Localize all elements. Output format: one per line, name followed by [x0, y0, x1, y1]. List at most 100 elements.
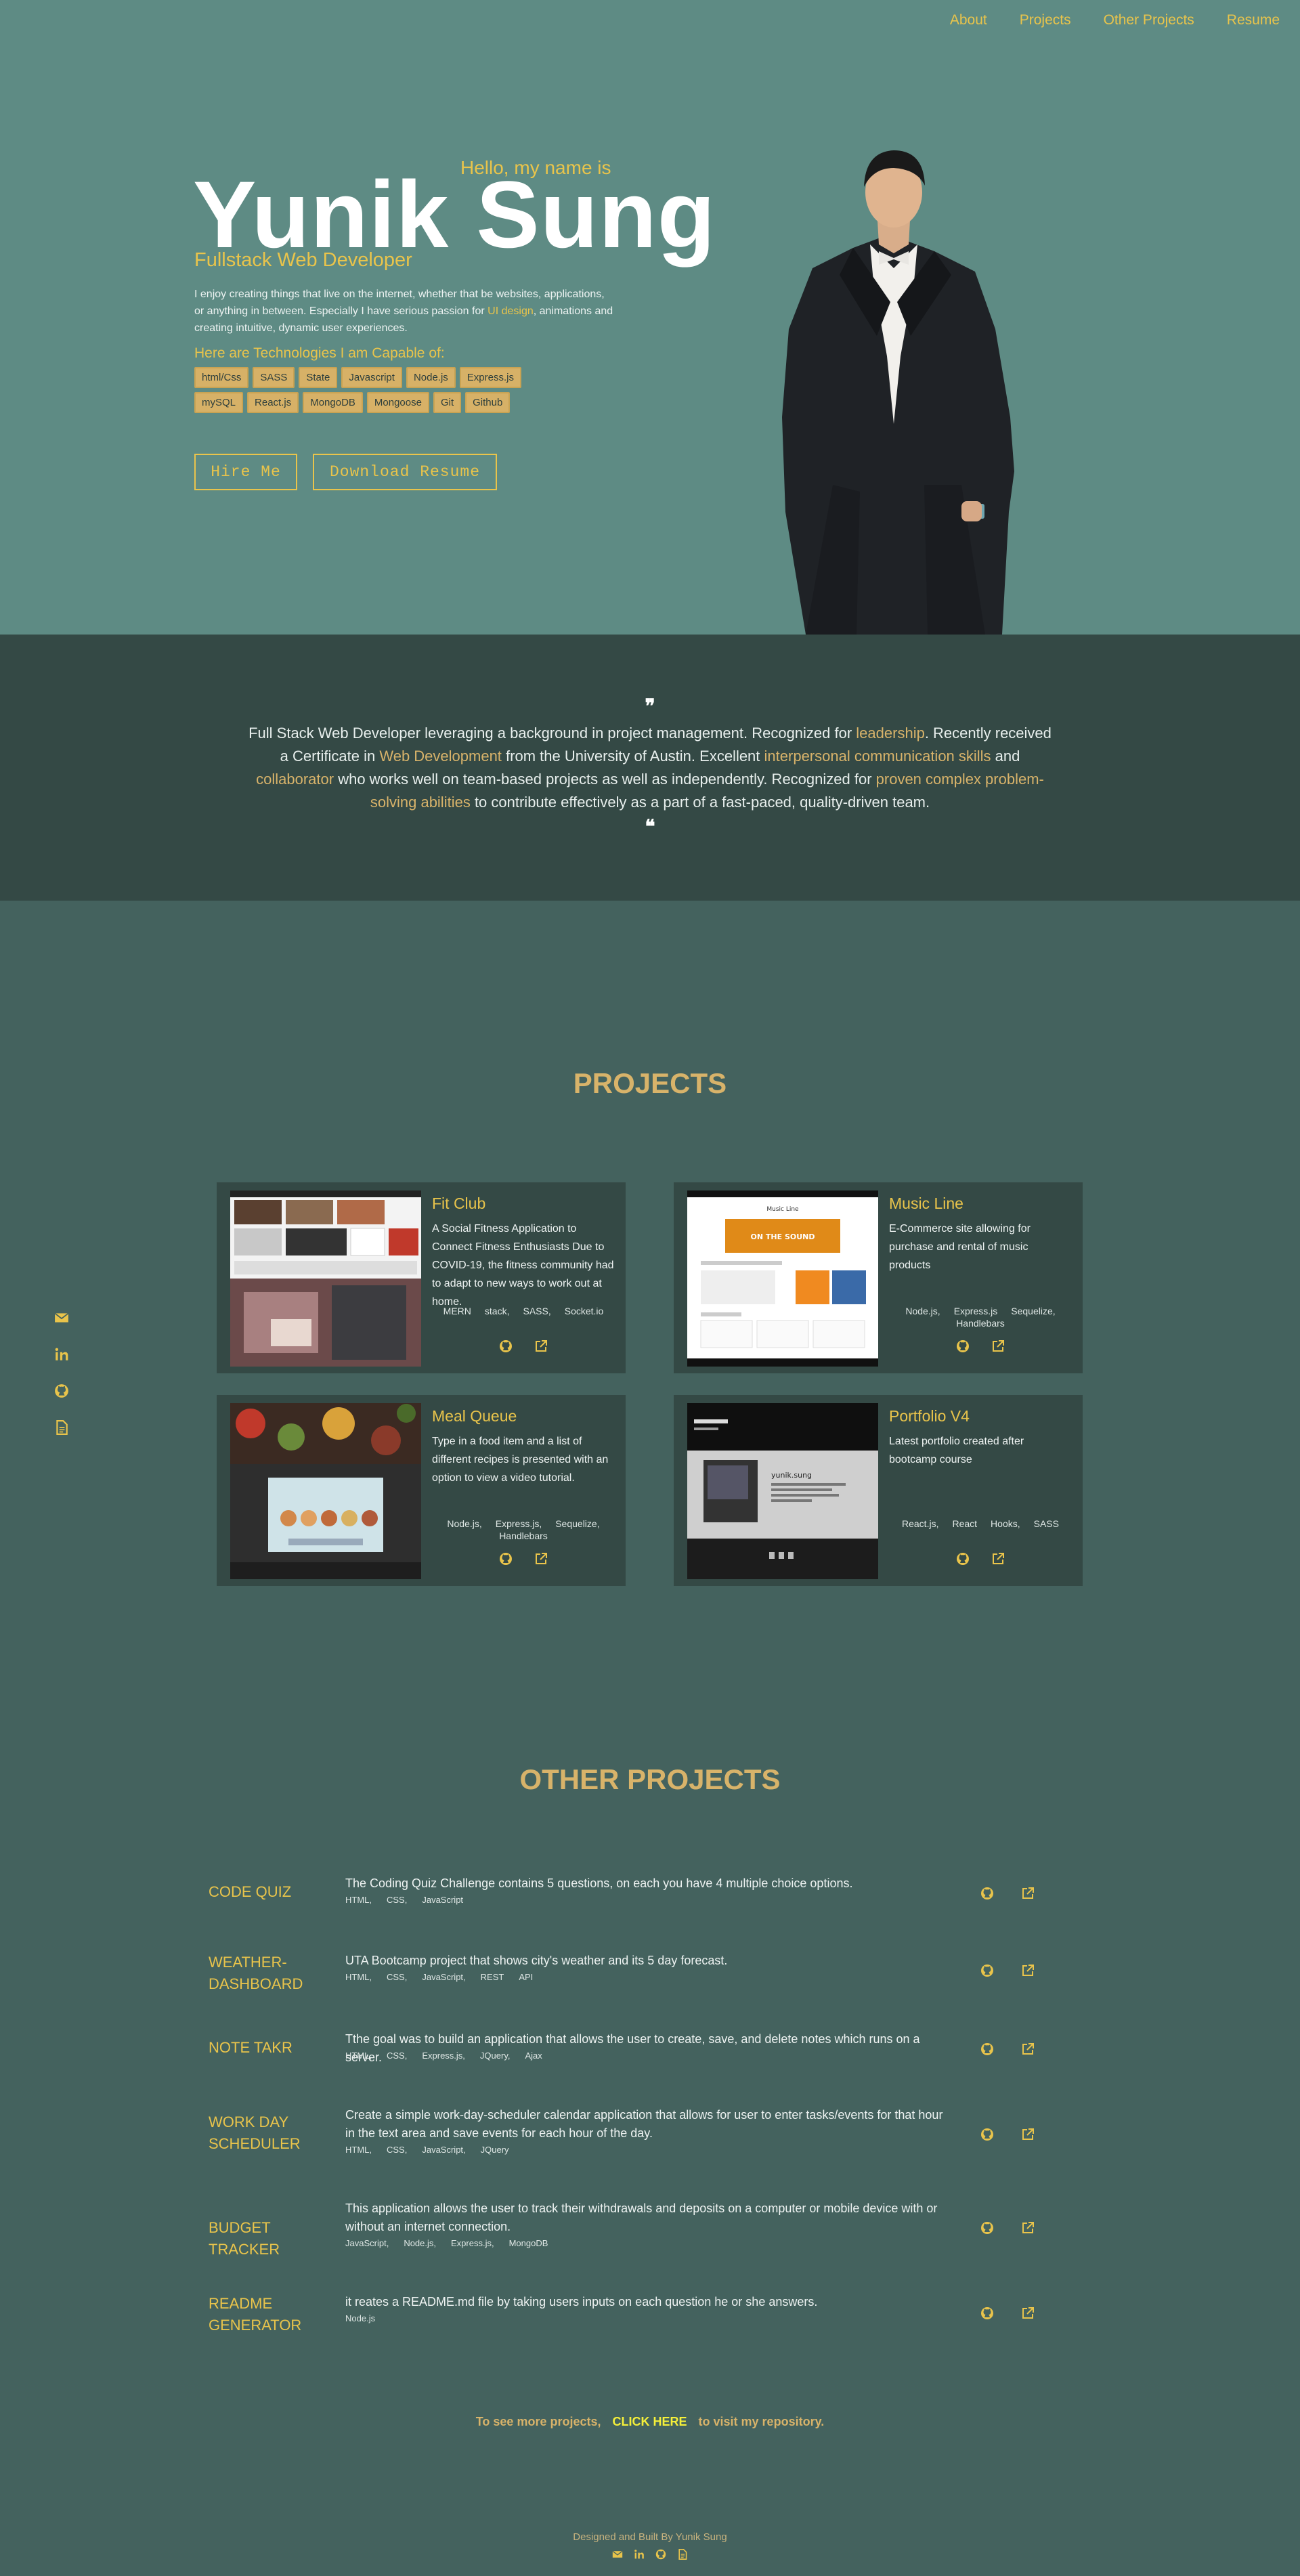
project-card-portfolio-v4[interactable]: yunik.sung Portfolio V4 Latest portfolio…	[674, 1395, 1083, 1586]
nav-resume[interactable]: Resume	[1227, 12, 1280, 28]
external-link-icon[interactable]	[991, 1339, 1005, 1353]
external-link-icon[interactable]	[1021, 1887, 1035, 1900]
external-link-icon[interactable]	[991, 1552, 1005, 1566]
project-card-fit-club[interactable]: Fit Club A Social Fitness Application to…	[217, 1182, 626, 1373]
project-description: E-Commerce site allowing for purchase an…	[889, 1223, 1031, 1271]
intro-highlight: UI design	[488, 305, 534, 317]
external-link-icon[interactable]	[1021, 2042, 1035, 2056]
other-project-name: CODE QUIZ	[209, 1883, 292, 1900]
other-project-tag: JavaScript,	[422, 2145, 466, 2155]
linkedin-icon[interactable]	[54, 1347, 69, 1362]
github-icon[interactable]	[655, 2549, 666, 2560]
other-project-tag: JQuery,	[479, 2051, 511, 2061]
tech-chips: html/Css SASS State Javascript Node.js Expres…	[194, 367, 560, 413]
other-project-links	[980, 1964, 1035, 1977]
hero-role: Fullstack Web Developer	[194, 249, 412, 271]
more-projects-line: To see more projects, CLICK HERE to visi…	[0, 2415, 1300, 2429]
nav-other-projects[interactable]: Other Projects	[1104, 12, 1194, 28]
project-card-music-line[interactable]: Music Line ON THE SOUND Music Line E-Com…	[674, 1182, 1083, 1373]
project-tag: SASS,	[523, 1306, 551, 1316]
github-icon[interactable]	[980, 2221, 994, 2235]
other-project-tag: CSS,	[387, 1972, 408, 1982]
github-icon[interactable]	[499, 1552, 513, 1566]
tech-header: Here are Technologies I am Capable of:	[194, 345, 445, 361]
project-links	[889, 1552, 1072, 1566]
social-sidebar	[54, 1310, 69, 1435]
github-icon[interactable]	[499, 1339, 513, 1353]
tech-chip: Git	[433, 392, 462, 413]
more-projects-text: To see more projects,	[475, 2415, 601, 2428]
envelope-icon[interactable]	[54, 1310, 69, 1325]
other-project-name: WEATHER-DASHBOARD	[209, 1954, 303, 1992]
project-tag: Hooks,	[991, 1518, 1020, 1529]
linkedin-icon[interactable]	[634, 2549, 645, 2560]
music-line-screenshot: Music Line ON THE SOUND	[687, 1190, 878, 1367]
document-icon[interactable]	[677, 2549, 688, 2560]
envelope-icon[interactable]	[612, 2549, 623, 2560]
project-title: Fit Club	[432, 1195, 486, 1212]
external-link-icon[interactable]	[1021, 2128, 1035, 2141]
other-project-tag: HTML,	[345, 1895, 372, 1905]
about-summary: Full Stack Web Developer leveraging a ba…	[244, 722, 1056, 814]
github-icon[interactable]	[956, 1339, 970, 1353]
summary-highlight: leadership	[856, 725, 925, 742]
music-thumb-header: Music Line	[766, 1206, 799, 1213]
repository-link[interactable]: CLICK HERE	[613, 2415, 687, 2428]
profile-photo	[782, 150, 1014, 635]
project-title: Meal Queue	[432, 1407, 517, 1425]
tech-chip: Mongoose	[366, 392, 429, 413]
portfolio-thumb-name: yunik.sung	[771, 1471, 812, 1480]
summary-highlight: Web Development	[379, 748, 502, 765]
other-project-name: BUDGET TRACKER	[209, 2219, 280, 2258]
tech-chip: mySQL	[194, 392, 244, 413]
other-project-tag: MongoDB	[508, 2238, 548, 2248]
other-project-tags: JavaScript, Node.js, Express.js, MongoDB	[345, 2238, 548, 2248]
project-tag: SASS	[1033, 1518, 1059, 1529]
other-project-tags: HTML, CSS, JavaScript, JQuery	[345, 2145, 509, 2155]
github-icon[interactable]	[980, 1887, 994, 1900]
github-icon[interactable]	[980, 2042, 994, 2056]
other-project-tag: CSS,	[387, 2051, 408, 2061]
project-tag: Handlebars	[499, 1530, 548, 1541]
external-link-icon[interactable]	[534, 1552, 548, 1566]
hero-intro: I enjoy creating things that live on the…	[194, 286, 614, 337]
external-link-icon[interactable]	[1021, 2306, 1035, 2320]
hero-section: About Projects Other Projects Resume Yun…	[0, 0, 1300, 635]
github-icon[interactable]	[980, 2128, 994, 2141]
hire-me-button[interactable]: Hire Me	[194, 454, 297, 490]
other-project-name: NOTE TAKR	[209, 2039, 292, 2056]
github-icon[interactable]	[54, 1383, 69, 1398]
nav-about[interactable]: About	[950, 12, 987, 28]
other-project-description: Tthe goal was to build an application th…	[345, 2032, 920, 2064]
other-projects-title: OTHER PROJECTS	[519, 1763, 781, 1795]
other-project-links	[980, 2042, 1035, 2056]
other-project-description: This application allows the user to trac…	[345, 2202, 938, 2233]
external-link-icon[interactable]	[534, 1339, 548, 1353]
project-card-meal-queue[interactable]: Meal Queue Type in a food item and a lis…	[217, 1395, 626, 1586]
download-resume-button[interactable]: Download Resume	[313, 454, 497, 490]
document-icon[interactable]	[54, 1420, 69, 1435]
github-icon[interactable]	[956, 1552, 970, 1566]
external-link-icon[interactable]	[1021, 2221, 1035, 2235]
nav-projects[interactable]: Projects	[1020, 12, 1071, 28]
project-tags: Node.js, Express.js, Sequelize, Handleba…	[432, 1518, 615, 1541]
other-project-description: UTA Bootcamp project that shows city's w…	[345, 1954, 728, 1967]
hero-greeting: Hello, my name is	[460, 157, 611, 178]
other-project-tag: Express.js,	[422, 2051, 465, 2061]
project-tag: Express.js,	[495, 1518, 542, 1529]
github-icon[interactable]	[980, 1964, 994, 1977]
summary-text: from the University of Austin. Excellent	[501, 748, 764, 765]
other-project-tag: JavaScript	[422, 1895, 464, 1905]
tech-chip: State	[299, 367, 338, 388]
other-project-tag: HTML,	[345, 1972, 372, 1982]
github-icon[interactable]	[980, 2306, 994, 2320]
external-link-icon[interactable]	[1021, 1964, 1035, 1977]
project-tag: Node.js,	[447, 1518, 482, 1529]
portfolio-v4-screenshot: yunik.sung	[687, 1403, 878, 1579]
other-project-links	[980, 1887, 1035, 1900]
quote-open-mark: ❞	[645, 695, 655, 717]
tech-chip: SASS	[253, 367, 295, 388]
top-nav: About Projects Other Projects Resume	[950, 12, 1280, 28]
other-project-tag: JavaScript,	[345, 2238, 389, 2248]
other-project-tag: Node.js,	[404, 2238, 437, 2248]
